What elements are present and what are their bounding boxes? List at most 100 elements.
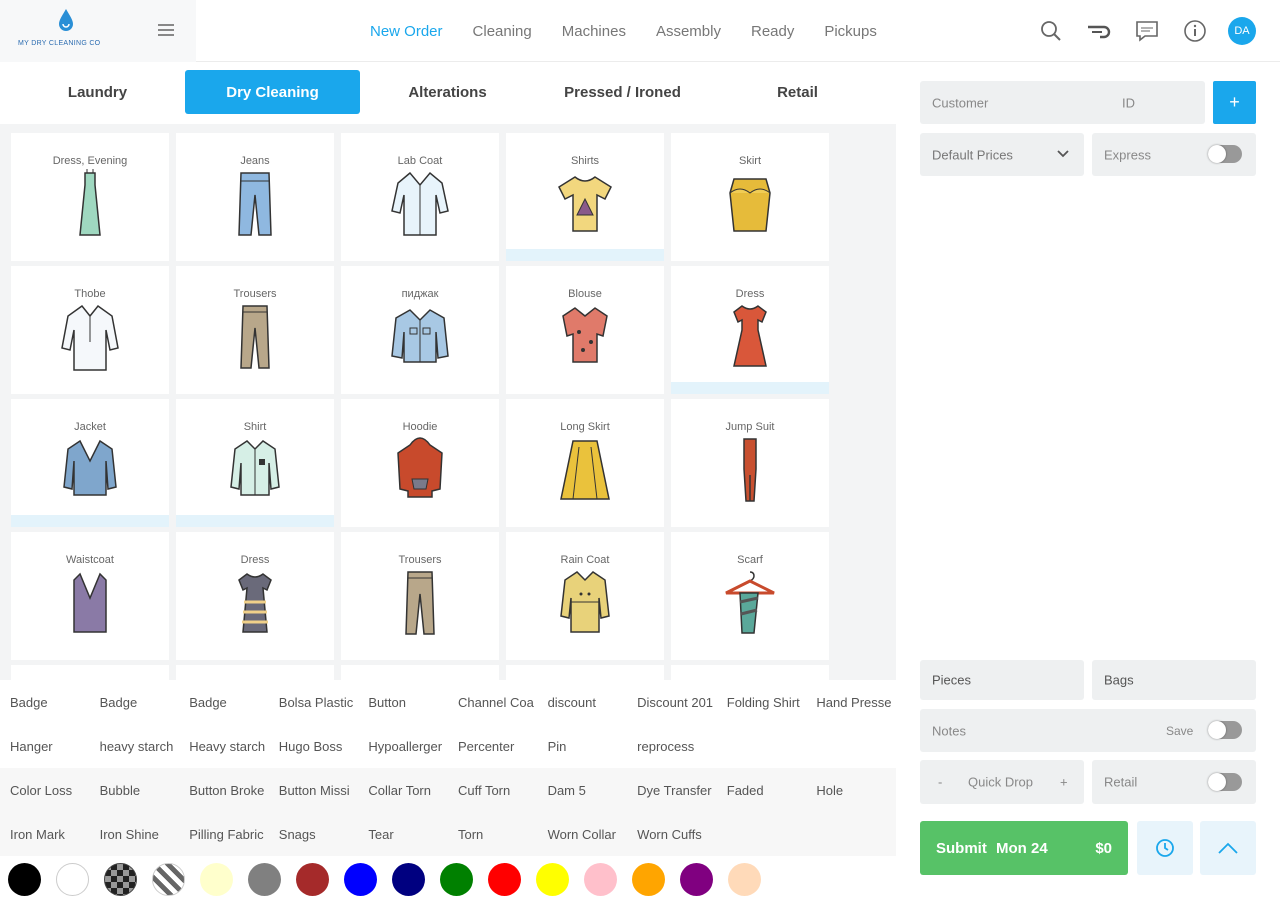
nav-assembly[interactable]: Assembly	[656, 23, 721, 40]
garment-tile[interactable]: Dress, Evening	[11, 133, 169, 261]
tag[interactable]: Dam 5	[538, 783, 628, 798]
color-swatch-cream[interactable]	[200, 862, 233, 896]
quick-drop-minus-button[interactable]: -	[938, 775, 942, 790]
color-swatch-purple[interactable]	[680, 862, 713, 896]
schedule-button[interactable]	[1137, 821, 1193, 875]
tab-alterations[interactable]: Alterations	[360, 70, 535, 114]
color-swatch-peach[interactable]	[728, 862, 761, 896]
menu-icon[interactable]	[158, 24, 174, 38]
color-swatch-brown[interactable]	[296, 862, 329, 896]
tag[interactable]: Badge	[0, 695, 90, 710]
color-swatch-navy[interactable]	[392, 862, 425, 896]
tag[interactable]: Cuff Torn	[448, 783, 538, 798]
garment-tile[interactable]: Scarf	[671, 532, 829, 660]
nav-new-order[interactable]: New Order	[370, 23, 443, 40]
garment-tile[interactable]: пиджак	[341, 266, 499, 394]
garment-tile[interactable]: Blouse	[506, 266, 664, 394]
garment-tile[interactable]: Jump Suit	[671, 399, 829, 527]
garment-tile[interactable]: Long Skirt	[506, 399, 664, 527]
tag[interactable]: heavy starch	[90, 739, 180, 754]
nav-pickups[interactable]: Pickups	[824, 23, 877, 40]
tag[interactable]: Badge	[90, 695, 180, 710]
tag[interactable]: Percenter	[448, 739, 538, 754]
tag[interactable]: Snags	[269, 827, 359, 842]
garment-tile[interactable]	[176, 665, 334, 680]
tag[interactable]: Discount 201	[627, 695, 717, 710]
tag[interactable]: Color Loss	[0, 783, 90, 798]
garment-tile[interactable]: Hoodie	[341, 399, 499, 527]
user-avatar[interactable]: DA	[1228, 17, 1256, 45]
tag[interactable]: Button Broke	[179, 783, 269, 798]
tag[interactable]: Torn	[448, 827, 538, 842]
nav-cleaning[interactable]: Cleaning	[473, 23, 532, 40]
bags-field[interactable]: Bags	[1092, 660, 1256, 700]
tag[interactable]: Pin	[538, 739, 628, 754]
garment-tile[interactable]: Waistcoat	[11, 532, 169, 660]
nav-machines[interactable]: Machines	[562, 23, 626, 40]
search-icon[interactable]	[1038, 18, 1064, 44]
tag[interactable]: Hand Presse	[806, 695, 896, 710]
tag[interactable]: Dye Transfer	[627, 783, 717, 798]
submit-order-button[interactable]: Submit Mon 24 $0	[920, 821, 1128, 875]
save-notes-toggle[interactable]	[1208, 721, 1242, 739]
color-swatch-striped[interactable]	[152, 862, 185, 896]
color-swatch-gray[interactable]	[248, 862, 281, 896]
garment-tile[interactable]: Trousers	[176, 266, 334, 394]
price-list-select[interactable]: Default Prices	[920, 133, 1084, 176]
tag[interactable]: Worn Cuffs	[627, 827, 717, 842]
nav-ready[interactable]: Ready	[751, 23, 794, 40]
color-swatch-orange[interactable]	[632, 862, 665, 896]
garment-tile[interactable]: Lab Coat	[341, 133, 499, 261]
tag[interactable]: Pilling Fabric	[179, 827, 269, 842]
tag[interactable]: discount	[538, 695, 628, 710]
garment-tile[interactable]: Shirt	[176, 399, 334, 527]
tag[interactable]: Heavy starch	[179, 739, 269, 754]
notes-field[interactable]: Notes Save	[920, 709, 1256, 752]
tag[interactable]: Faded	[717, 783, 807, 798]
garment-tile[interactable]: Rain Coat	[506, 532, 664, 660]
color-swatch-white[interactable]	[56, 862, 89, 896]
tag[interactable]: Hypoallerger	[358, 739, 448, 754]
garment-tile[interactable]: Jeans	[176, 133, 334, 261]
tag[interactable]: Folding Shirt	[717, 695, 807, 710]
garment-tile[interactable]	[11, 665, 169, 680]
quick-drop-plus-button[interactable]: +	[1060, 775, 1068, 790]
garment-tile[interactable]: Dress	[176, 532, 334, 660]
retail-toggle[interactable]	[1208, 773, 1242, 791]
tag[interactable]: Iron Mark	[0, 827, 90, 842]
color-swatch-pink[interactable]	[584, 862, 617, 896]
garment-tile[interactable]	[506, 665, 664, 680]
garment-tile[interactable]: Thobe	[11, 266, 169, 394]
customer-search-field[interactable]: Customer ID	[920, 81, 1205, 124]
tab-pressed-ironed[interactable]: Pressed / Ironed	[535, 70, 710, 114]
express-toggle[interactable]	[1208, 145, 1242, 163]
tag[interactable]: Badge	[179, 695, 269, 710]
delivery-icon[interactable]	[1086, 18, 1112, 44]
tag[interactable]: Hole	[806, 783, 896, 798]
color-swatch-blue[interactable]	[344, 862, 377, 896]
tag[interactable]: Hanger	[0, 739, 90, 754]
chat-icon[interactable]	[1134, 18, 1160, 44]
garment-tile[interactable]: Skirt	[671, 133, 829, 261]
tag[interactable]: Collar Torn	[358, 783, 448, 798]
color-swatch-yellow[interactable]	[536, 862, 569, 896]
color-swatch-black[interactable]	[8, 862, 41, 896]
add-customer-button[interactable]: +	[1213, 81, 1256, 124]
info-icon[interactable]	[1182, 18, 1208, 44]
expand-button[interactable]	[1200, 821, 1256, 875]
tab-retail[interactable]: Retail	[710, 70, 885, 114]
garment-tile[interactable]: Trousers	[341, 532, 499, 660]
tag[interactable]: Button	[358, 695, 448, 710]
tag[interactable]: Bolsa Plastic	[269, 695, 359, 710]
tag[interactable]: Worn Collar	[538, 827, 628, 842]
tab-dry-cleaning[interactable]: Dry Cleaning	[185, 70, 360, 114]
garment-tile[interactable]: Shirts	[506, 133, 664, 261]
tag[interactable]: Hugo Boss	[269, 739, 359, 754]
tag[interactable]: Button Missi	[269, 783, 359, 798]
tag[interactable]: Iron Shine	[90, 827, 180, 842]
pieces-field[interactable]: Pieces	[920, 660, 1084, 700]
tag[interactable]: Channel Coa	[448, 695, 538, 710]
tag[interactable]: Tear	[358, 827, 448, 842]
color-swatch-green[interactable]	[440, 862, 473, 896]
tag[interactable]: reprocess	[627, 739, 717, 754]
